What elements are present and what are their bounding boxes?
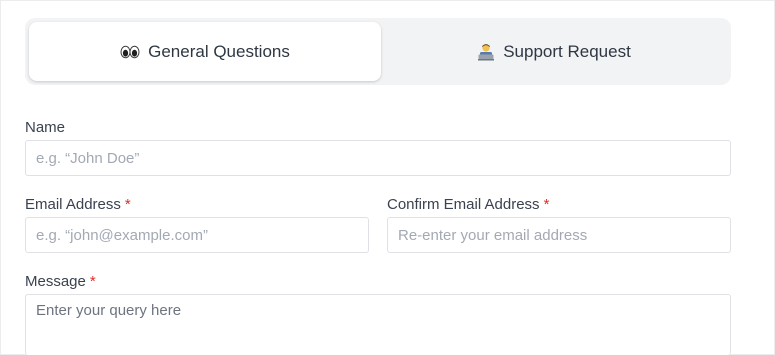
name-label: Name bbox=[25, 119, 65, 136]
email-input[interactable]: e.g. “john@example.com” bbox=[25, 217, 369, 253]
confirm-email-label-text: Confirm Email Address bbox=[387, 196, 540, 213]
email-label: Email Address * bbox=[25, 196, 131, 213]
tab-bar: General Questions Support Request bbox=[25, 18, 731, 85]
eyes-icon bbox=[120, 45, 140, 59]
message-label-text: Message bbox=[25, 273, 86, 290]
tab-support-request[interactable]: Support Request bbox=[381, 22, 727, 81]
confirm-email-placeholder: Re-enter your email address bbox=[398, 226, 588, 244]
message-textarea[interactable]: Enter your query here bbox=[25, 294, 731, 355]
required-marker: * bbox=[124, 196, 131, 213]
tab-general-questions[interactable]: General Questions bbox=[29, 22, 381, 81]
tab-support-request-label: Support Request bbox=[503, 41, 631, 61]
message-label: Message * bbox=[25, 273, 96, 290]
confirm-email-input[interactable]: Re-enter your email address bbox=[387, 217, 731, 253]
required-marker: * bbox=[89, 273, 96, 290]
name-placeholder: e.g. “John Doe” bbox=[36, 149, 140, 167]
technologist-icon bbox=[477, 43, 495, 61]
form-container: General Questions Support Request Name e… bbox=[0, 0, 775, 355]
tab-general-questions-label: General Questions bbox=[148, 41, 290, 61]
message-placeholder: Enter your query here bbox=[36, 302, 182, 319]
required-marker: * bbox=[543, 196, 550, 213]
name-input[interactable]: e.g. “John Doe” bbox=[25, 140, 731, 176]
email-label-text: Email Address bbox=[25, 196, 121, 213]
confirm-email-label: Confirm Email Address * bbox=[387, 196, 549, 213]
name-label-text: Name bbox=[25, 119, 66, 136]
email-placeholder: e.g. “john@example.com” bbox=[36, 226, 208, 244]
